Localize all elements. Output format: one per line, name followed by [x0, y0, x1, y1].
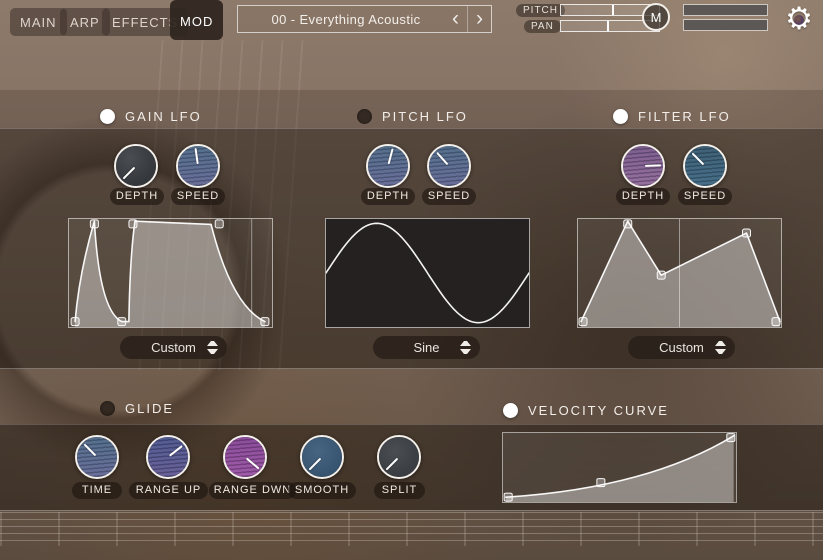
filter-speed-label: SPEED	[678, 188, 732, 205]
settings-gear-icon[interactable]: ⚙	[780, 0, 818, 38]
pitch-wave-type-value: Sine	[413, 340, 439, 355]
filter-lfo-enable-toggle[interactable]	[613, 109, 628, 124]
pitch-depth-knob[interactable]	[366, 144, 410, 188]
pan-slider-marker[interactable]	[607, 21, 609, 31]
filter-depth-knob[interactable]	[621, 144, 665, 188]
filter-wave-type-value: Custom	[659, 340, 704, 355]
select-arrows-icon	[207, 341, 218, 354]
glide-enable-toggle[interactable]	[100, 401, 115, 416]
velocity-curve-header: VELOCITY CURVE	[503, 403, 669, 418]
tab-mod[interactable]: MOD	[170, 0, 223, 40]
gain-speed-knob[interactable]	[176, 144, 220, 188]
filter-wave-type-select[interactable]: Custom	[628, 336, 735, 359]
gain-wave-type-value: Custom	[151, 340, 196, 355]
glide-smooth-knob[interactable]	[300, 435, 344, 479]
glide-time-label: TIME	[72, 482, 122, 499]
preset-selector[interactable]: 00 - Everything Acoustic ‹ ›	[237, 5, 492, 33]
velocity-curve-title: VELOCITY CURVE	[528, 403, 669, 418]
pitch-depth-label: DEPTH	[361, 188, 415, 205]
gain-speed-label: SPEED	[171, 188, 225, 205]
preset-next-icon[interactable]: ›	[467, 6, 491, 32]
pitch-lfo-enable-toggle[interactable]	[357, 109, 372, 124]
pitch-speed-knob[interactable]	[427, 144, 471, 188]
preset-name: 00 - Everything Acoustic	[238, 12, 444, 27]
pitch-lfo-title: PITCH LFO	[382, 109, 468, 124]
knob-pointer	[622, 145, 663, 186]
pitch-lfo-waveform[interactable]	[326, 219, 529, 327]
glide-title: GLIDE	[125, 401, 174, 416]
filter-lfo-wave-display[interactable]	[577, 218, 782, 328]
filter-speed-knob[interactable]	[683, 144, 727, 188]
pitch-slider-marker[interactable]	[612, 5, 614, 15]
gain-depth-knob[interactable]	[114, 144, 158, 188]
glide-time-knob[interactable]	[75, 435, 119, 479]
plugin-window: MAIN ARP EFFECTS MOD 00 - Everything Aco…	[0, 0, 823, 560]
glide-range-up-label: RANGE UP	[129, 482, 208, 499]
glide-split-label: SPLIT	[374, 482, 425, 499]
velocity-curve-display[interactable]	[502, 432, 737, 503]
gain-lfo-title: GAIN LFO	[125, 109, 202, 124]
level-meter-right	[683, 19, 768, 31]
glide-split-knob[interactable]	[377, 435, 421, 479]
glide-range-down-knob[interactable]	[223, 435, 267, 479]
filter-depth-label: DEPTH	[616, 188, 670, 205]
select-arrows-icon	[460, 341, 471, 354]
glide-header: GLIDE	[100, 401, 174, 416]
filter-lfo-header: FILTER LFO	[613, 109, 731, 124]
glide-range-down-label: RANGE DWN	[209, 482, 296, 499]
filter-lfo-waveform[interactable]	[578, 219, 781, 327]
glide-range-up-knob[interactable]	[146, 435, 190, 479]
pitch-lfo-wave-display[interactable]	[325, 218, 530, 328]
pitch-speed-label: SPEED	[422, 188, 476, 205]
pitch-label: PITCH	[516, 4, 565, 17]
gain-wave-type-select[interactable]: Custom	[120, 336, 227, 359]
preset-prev-icon[interactable]: ‹	[444, 6, 467, 32]
filter-lfo-title: FILTER LFO	[638, 109, 731, 124]
pitch-wave-type-select[interactable]: Sine	[373, 336, 480, 359]
pitch-lfo-header: PITCH LFO	[357, 109, 468, 124]
pan-label: PAN	[524, 20, 561, 33]
gain-lfo-enable-toggle[interactable]	[100, 109, 115, 124]
knob-pointer	[175, 143, 220, 188]
select-arrows-icon	[715, 341, 726, 354]
velocity-curve-graph[interactable]	[503, 433, 736, 502]
level-meter-left	[683, 4, 768, 16]
gain-depth-label: DEPTH	[110, 188, 164, 205]
gain-lfo-wave-display[interactable]	[68, 218, 273, 328]
gain-lfo-header: GAIN LFO	[100, 109, 202, 124]
velocity-curve-enable-toggle[interactable]	[503, 403, 518, 418]
gain-lfo-waveform[interactable]	[69, 219, 272, 327]
mute-button[interactable]: M	[642, 3, 670, 31]
tab-main[interactable]: MAIN	[10, 8, 67, 36]
glide-smooth-label: SMOOTH	[288, 482, 356, 499]
